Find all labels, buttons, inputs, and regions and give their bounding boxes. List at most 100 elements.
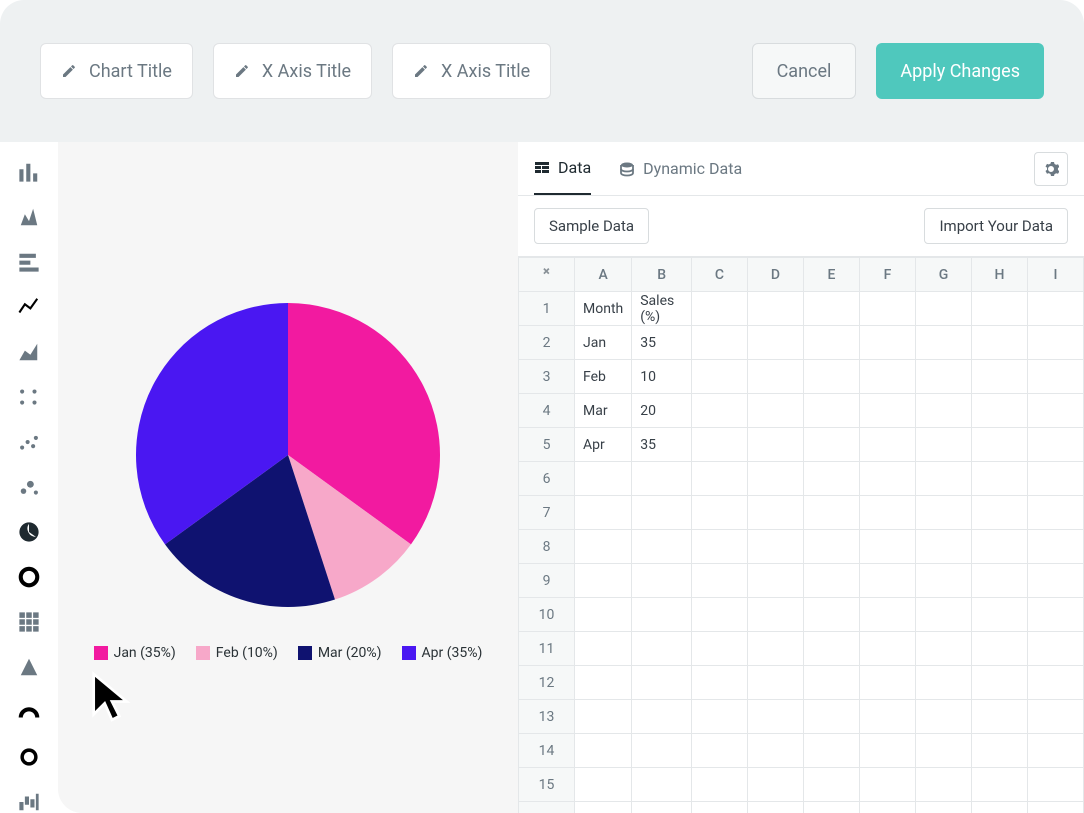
cell-D3[interactable] (748, 360, 804, 394)
sidebar-item-heatmap[interactable] (17, 610, 41, 633)
cell-A7[interactable] (575, 496, 632, 530)
row-header-12[interactable]: 12 (519, 666, 575, 700)
cell-C11[interactable] (692, 632, 748, 666)
cell-D8[interactable] (748, 530, 804, 564)
apply-changes-button[interactable]: Apply Changes (876, 43, 1044, 99)
cell-A14[interactable] (575, 734, 632, 768)
sidebar-item-column-chart[interactable] (17, 205, 41, 228)
cell-D15[interactable] (748, 768, 804, 802)
cell-I10[interactable] (1028, 598, 1084, 632)
cell-G1[interactable] (916, 292, 972, 326)
cell-E14[interactable] (804, 734, 860, 768)
cell-B3[interactable]: 10 (632, 360, 692, 394)
row-header-5[interactable]: 5 (519, 428, 575, 462)
cell-B6[interactable] (632, 462, 692, 496)
cell-F10[interactable] (860, 598, 916, 632)
cell-C1[interactable] (692, 292, 748, 326)
cell-I15[interactable] (1028, 768, 1084, 802)
row-header-9[interactable]: 9 (519, 564, 575, 598)
cell-B7[interactable] (632, 496, 692, 530)
cell-F8[interactable] (860, 530, 916, 564)
row-header-11[interactable]: 11 (519, 632, 575, 666)
cell-C2[interactable] (692, 326, 748, 360)
sidebar-item-gauge[interactable] (17, 700, 41, 723)
cell-D2[interactable] (748, 326, 804, 360)
cell-A4[interactable]: Mar (575, 394, 632, 428)
sidebar-item-area-chart[interactable] (17, 340, 41, 363)
cell-B16[interactable] (632, 802, 692, 813)
cell-E4[interactable] (804, 394, 860, 428)
row-header-3[interactable]: 3 (519, 360, 575, 394)
cell-B2[interactable]: 35 (632, 326, 692, 360)
select-all-corner[interactable] (519, 258, 575, 292)
cell-A10[interactable] (575, 598, 632, 632)
cell-I14[interactable] (1028, 734, 1084, 768)
cell-B8[interactable] (632, 530, 692, 564)
cell-H7[interactable] (972, 496, 1028, 530)
cell-D6[interactable] (748, 462, 804, 496)
chart-title-input[interactable]: Chart Title (40, 43, 193, 99)
cell-E16[interactable] (804, 802, 860, 813)
cell-F12[interactable] (860, 666, 916, 700)
cell-E7[interactable] (804, 496, 860, 530)
cell-B12[interactable] (632, 666, 692, 700)
cell-G15[interactable] (916, 768, 972, 802)
cell-E9[interactable] (804, 564, 860, 598)
cell-C3[interactable] (692, 360, 748, 394)
cell-B13[interactable] (632, 700, 692, 734)
cell-A12[interactable] (575, 666, 632, 700)
cell-I3[interactable] (1028, 360, 1084, 394)
sidebar-item-scatter[interactable] (17, 430, 41, 453)
cell-C5[interactable] (692, 428, 748, 462)
cell-B10[interactable] (632, 598, 692, 632)
cell-E15[interactable] (804, 768, 860, 802)
cell-G14[interactable] (916, 734, 972, 768)
cell-E6[interactable] (804, 462, 860, 496)
cell-A3[interactable]: Feb (575, 360, 632, 394)
cell-H8[interactable] (972, 530, 1028, 564)
cell-G4[interactable] (916, 394, 972, 428)
cell-F16[interactable] (860, 802, 916, 813)
row-header-1[interactable]: 1 (519, 292, 575, 326)
cell-G5[interactable] (916, 428, 972, 462)
cell-I1[interactable] (1028, 292, 1084, 326)
row-header-7[interactable]: 7 (519, 496, 575, 530)
cell-D11[interactable] (748, 632, 804, 666)
row-header-15[interactable]: 15 (519, 768, 575, 802)
cell-C8[interactable] (692, 530, 748, 564)
column-header-B[interactable]: B (632, 258, 692, 292)
cell-D12[interactable] (748, 666, 804, 700)
cell-F5[interactable] (860, 428, 916, 462)
cell-F4[interactable] (860, 394, 916, 428)
cell-G9[interactable] (916, 564, 972, 598)
cell-C6[interactable] (692, 462, 748, 496)
cell-E13[interactable] (804, 700, 860, 734)
cell-I7[interactable] (1028, 496, 1084, 530)
cell-H16[interactable] (972, 802, 1028, 813)
cell-B11[interactable] (632, 632, 692, 666)
cell-D14[interactable] (748, 734, 804, 768)
column-header-C[interactable]: C (692, 258, 748, 292)
sidebar-item-pyramid[interactable] (17, 655, 41, 678)
row-header-8[interactable]: 8 (519, 530, 575, 564)
sidebar-item-bubble[interactable] (17, 475, 41, 498)
cell-F11[interactable] (860, 632, 916, 666)
sidebar-item-bar-chart[interactable] (17, 160, 41, 183)
sidebar-item-pie-chart[interactable] (17, 520, 41, 543)
cell-B15[interactable] (632, 768, 692, 802)
sidebar-item-line-chart[interactable] (17, 295, 41, 318)
cell-B14[interactable] (632, 734, 692, 768)
cell-G7[interactable] (916, 496, 972, 530)
cell-I13[interactable] (1028, 700, 1084, 734)
cell-G16[interactable] (916, 802, 972, 813)
row-header-10[interactable]: 10 (519, 598, 575, 632)
cell-I2[interactable] (1028, 326, 1084, 360)
cell-F14[interactable] (860, 734, 916, 768)
column-header-G[interactable]: G (916, 258, 972, 292)
cell-E11[interactable] (804, 632, 860, 666)
cell-H9[interactable] (972, 564, 1028, 598)
cell-H14[interactable] (972, 734, 1028, 768)
cell-D7[interactable] (748, 496, 804, 530)
sidebar-item-horizontal-bar[interactable] (17, 250, 41, 273)
cell-I4[interactable] (1028, 394, 1084, 428)
